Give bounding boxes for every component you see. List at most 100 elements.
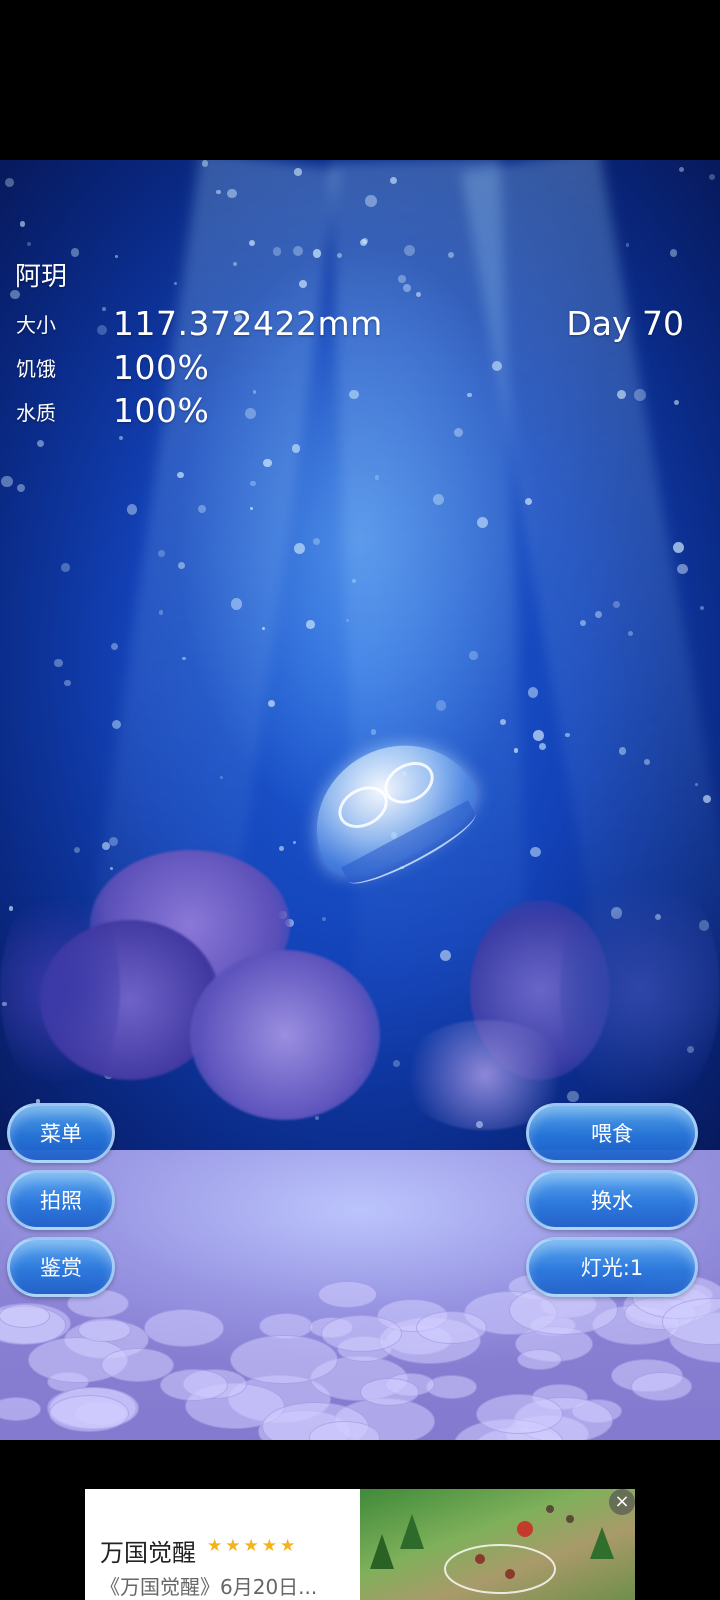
bubble	[292, 840, 297, 845]
bubble	[102, 307, 106, 311]
pebble	[476, 1393, 563, 1434]
pebble	[516, 1348, 563, 1371]
bubble	[177, 471, 184, 479]
size-value: 117.372422mm	[113, 304, 383, 343]
bubble	[272, 247, 282, 256]
pebble	[49, 1394, 129, 1432]
bubble	[677, 563, 688, 575]
bubble	[252, 390, 257, 394]
bubble	[321, 917, 326, 922]
bubble	[669, 249, 678, 258]
bubble	[699, 605, 705, 611]
bubble	[215, 189, 221, 195]
bubble	[299, 280, 308, 289]
bubble	[111, 642, 119, 651]
light-button[interactable]: 灯光:1	[526, 1237, 698, 1297]
appreciate-button[interactable]: 鉴赏	[7, 1237, 115, 1297]
bubble	[279, 845, 285, 851]
bubble	[398, 275, 406, 283]
bubble	[694, 782, 698, 786]
bubble	[627, 630, 633, 636]
bubble	[567, 1090, 579, 1103]
bubble	[469, 651, 478, 660]
bubble	[673, 400, 679, 406]
bubble	[291, 444, 300, 453]
ad-image[interactable]: ×	[360, 1489, 635, 1600]
bubble	[17, 483, 26, 492]
coral-left	[190, 950, 380, 1120]
bubble	[227, 188, 237, 199]
pebble	[318, 1280, 378, 1309]
bubble	[565, 732, 570, 738]
bubble	[219, 775, 224, 779]
photo-button[interactable]: 拍照	[7, 1170, 115, 1230]
bubble	[118, 435, 124, 440]
jellyfish-name: 阿玥	[15, 262, 68, 292]
bubble	[26, 241, 32, 247]
bubble	[402, 283, 411, 292]
ad-game-illustration	[370, 1505, 614, 1594]
bubble	[244, 407, 256, 419]
bubble	[374, 474, 380, 480]
menu-button[interactable]: 菜单	[7, 1103, 115, 1163]
bubble	[198, 505, 206, 513]
pebble	[0, 1396, 42, 1421]
pebble	[415, 1310, 488, 1345]
bubble	[97, 324, 108, 335]
bubble	[9, 906, 14, 911]
bubble	[230, 598, 243, 610]
bubble	[126, 504, 138, 515]
bubble	[619, 747, 627, 755]
bubble	[158, 610, 164, 615]
bubble	[1, 475, 13, 488]
top-black-bar	[0, 0, 720, 160]
bubble	[345, 618, 349, 622]
pebble	[159, 1369, 228, 1401]
close-icon[interactable]: ×	[609, 1489, 635, 1515]
bubble	[403, 245, 415, 257]
bubble	[306, 620, 315, 629]
bubble	[294, 543, 305, 555]
bubble	[267, 699, 275, 707]
feed-button[interactable]: 喂食	[526, 1103, 698, 1163]
bubble	[294, 168, 302, 176]
pebble	[360, 1378, 420, 1406]
pebble	[78, 1317, 132, 1343]
bubble	[182, 656, 186, 661]
bubble	[114, 254, 119, 259]
bubble	[201, 160, 209, 167]
hunger-label: 饥饿	[16, 357, 56, 381]
ad-description: 《万国觉醒》6月20日...	[100, 1575, 318, 1599]
bubble	[158, 550, 166, 557]
bubble	[365, 195, 377, 207]
bubble	[312, 538, 321, 546]
bubble	[673, 542, 685, 554]
bubble	[64, 679, 71, 687]
bubble	[595, 610, 603, 618]
bubble	[19, 220, 26, 227]
day-counter: Day 70	[566, 304, 684, 343]
bubble	[580, 620, 586, 626]
bubble	[101, 841, 111, 850]
pebble	[321, 1314, 402, 1352]
size-label: 大小	[16, 313, 56, 337]
bubble	[54, 658, 64, 668]
bubble	[263, 458, 272, 468]
bubble	[336, 252, 342, 258]
bubble	[436, 700, 447, 711]
bubble	[370, 729, 376, 735]
change-water-button[interactable]: 换水	[526, 1170, 698, 1230]
bubble	[292, 246, 303, 257]
bubble	[466, 392, 472, 398]
star-icon: ★★★★★	[207, 1536, 299, 1556]
bubble	[74, 847, 81, 854]
bubble	[513, 748, 519, 753]
bubble	[36, 439, 45, 447]
bubble	[392, 1060, 400, 1068]
water-quality-value: 100%	[113, 391, 210, 430]
ad-banner[interactable]: 万国觉醒 ★★★★★ 《万国觉醒》6月20日... ×	[85, 1489, 635, 1600]
bubble	[527, 687, 539, 698]
bubble	[447, 251, 454, 258]
bubble	[679, 167, 685, 173]
bubble	[315, 1115, 320, 1120]
